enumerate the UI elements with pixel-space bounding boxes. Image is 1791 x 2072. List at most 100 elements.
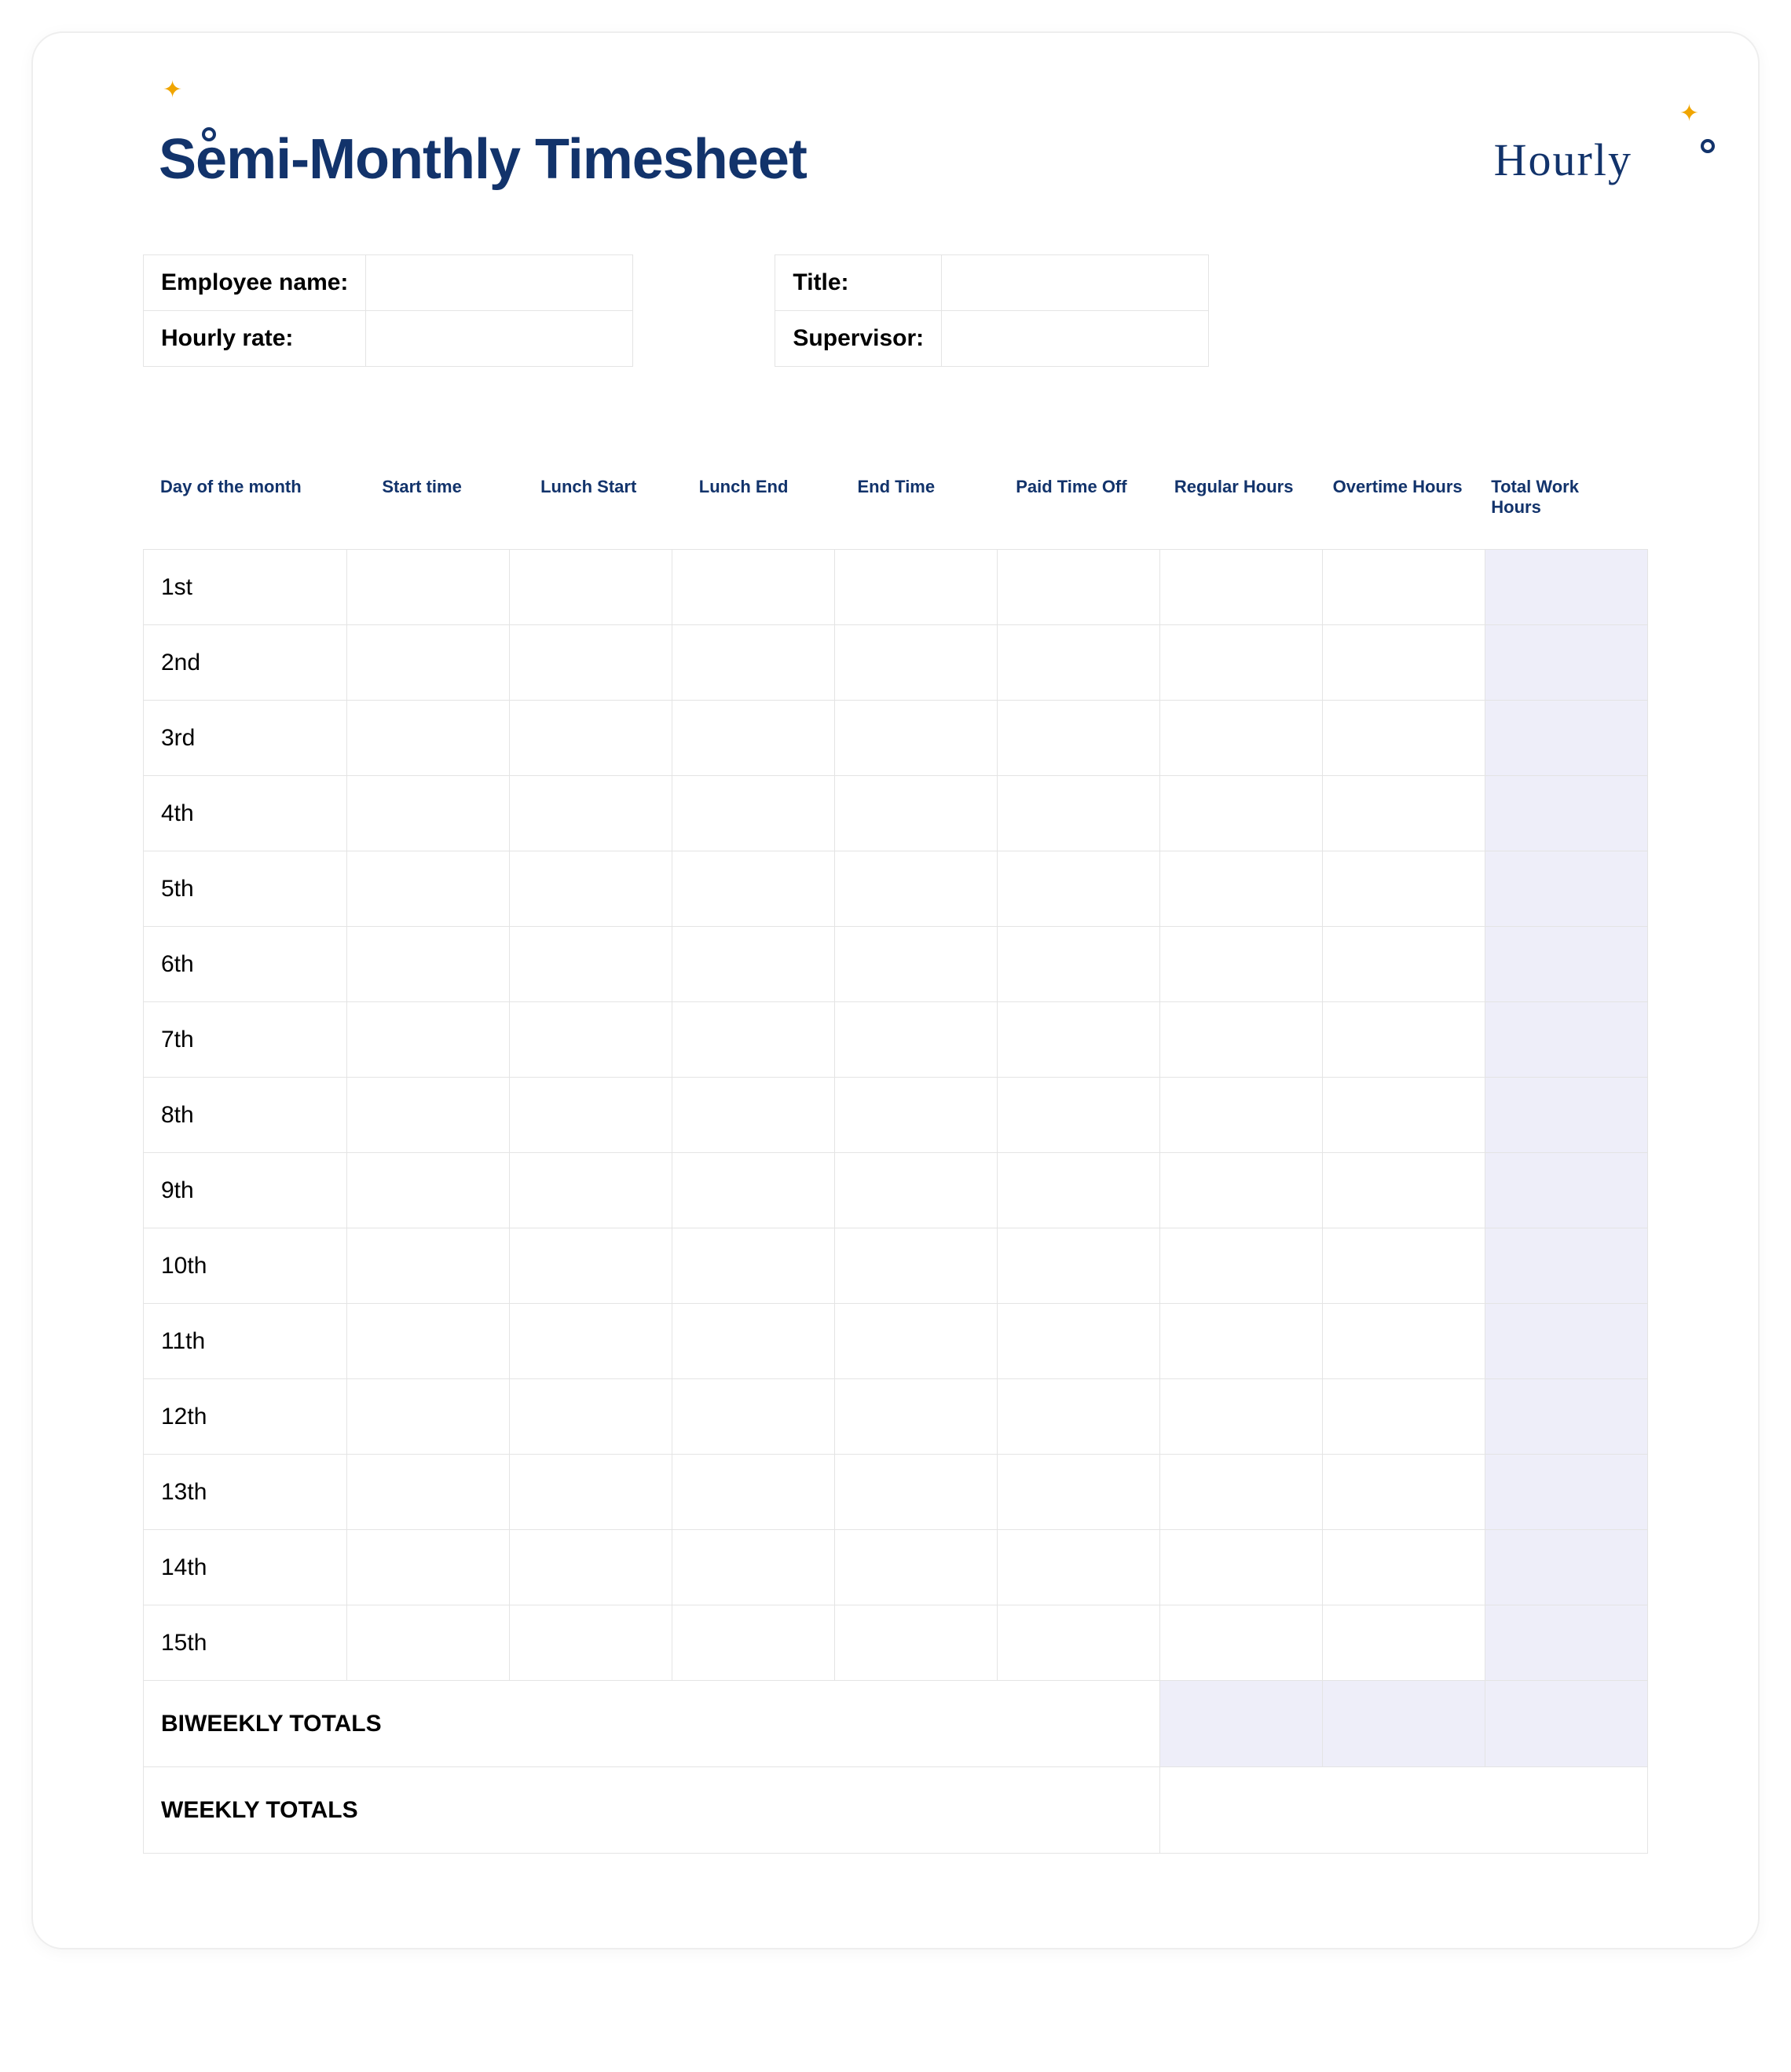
- total-hours-cell[interactable]: [1485, 927, 1647, 1002]
- time-entry-cell[interactable]: [346, 1002, 509, 1078]
- time-entry-cell[interactable]: [509, 701, 672, 776]
- time-entry-cell[interactable]: [1159, 1455, 1322, 1530]
- total-hours-cell[interactable]: [1485, 1153, 1647, 1228]
- title-field[interactable]: [942, 255, 1209, 311]
- time-entry-cell[interactable]: [509, 1228, 672, 1304]
- time-entry-cell[interactable]: [997, 1078, 1159, 1153]
- time-entry-cell[interactable]: [346, 701, 509, 776]
- time-entry-cell[interactable]: [1322, 1455, 1485, 1530]
- time-entry-cell[interactable]: [1159, 1605, 1322, 1681]
- time-entry-cell[interactable]: [509, 1304, 672, 1379]
- time-entry-cell[interactable]: [1159, 701, 1322, 776]
- total-hours-cell[interactable]: [1485, 625, 1647, 701]
- time-entry-cell[interactable]: [997, 1530, 1159, 1605]
- time-entry-cell[interactable]: [1322, 851, 1485, 927]
- time-entry-cell[interactable]: [834, 927, 997, 1002]
- time-entry-cell[interactable]: [509, 550, 672, 625]
- total-hours-cell[interactable]: [1485, 1530, 1647, 1605]
- time-entry-cell[interactable]: [672, 1605, 834, 1681]
- time-entry-cell[interactable]: [1159, 1153, 1322, 1228]
- time-entry-cell[interactable]: [834, 776, 997, 851]
- time-entry-cell[interactable]: [346, 1304, 509, 1379]
- biweekly-total-cell[interactable]: [1485, 1681, 1647, 1767]
- time-entry-cell[interactable]: [834, 701, 997, 776]
- time-entry-cell[interactable]: [672, 1304, 834, 1379]
- time-entry-cell[interactable]: [1322, 1379, 1485, 1455]
- time-entry-cell[interactable]: [672, 701, 834, 776]
- time-entry-cell[interactable]: [1322, 625, 1485, 701]
- time-entry-cell[interactable]: [672, 1078, 834, 1153]
- time-entry-cell[interactable]: [1322, 701, 1485, 776]
- time-entry-cell[interactable]: [834, 1530, 997, 1605]
- time-entry-cell[interactable]: [346, 1153, 509, 1228]
- time-entry-cell[interactable]: [1322, 550, 1485, 625]
- time-entry-cell[interactable]: [997, 1455, 1159, 1530]
- time-entry-cell[interactable]: [834, 625, 997, 701]
- time-entry-cell[interactable]: [997, 701, 1159, 776]
- time-entry-cell[interactable]: [1159, 1379, 1322, 1455]
- time-entry-cell[interactable]: [1322, 927, 1485, 1002]
- time-entry-cell[interactable]: [1322, 776, 1485, 851]
- time-entry-cell[interactable]: [834, 1002, 997, 1078]
- time-entry-cell[interactable]: [834, 1228, 997, 1304]
- time-entry-cell[interactable]: [346, 1228, 509, 1304]
- total-hours-cell[interactable]: [1485, 1379, 1647, 1455]
- supervisor-field[interactable]: [942, 311, 1209, 367]
- time-entry-cell[interactable]: [997, 550, 1159, 625]
- time-entry-cell[interactable]: [672, 625, 834, 701]
- time-entry-cell[interactable]: [672, 776, 834, 851]
- time-entry-cell[interactable]: [1322, 1002, 1485, 1078]
- total-hours-cell[interactable]: [1485, 1078, 1647, 1153]
- time-entry-cell[interactable]: [346, 1605, 509, 1681]
- time-entry-cell[interactable]: [672, 1379, 834, 1455]
- time-entry-cell[interactable]: [672, 1153, 834, 1228]
- time-entry-cell[interactable]: [997, 927, 1159, 1002]
- total-hours-cell[interactable]: [1485, 1605, 1647, 1681]
- time-entry-cell[interactable]: [1322, 1304, 1485, 1379]
- time-entry-cell[interactable]: [672, 1002, 834, 1078]
- time-entry-cell[interactable]: [834, 1304, 997, 1379]
- time-entry-cell[interactable]: [509, 1153, 672, 1228]
- weekly-totals-cell[interactable]: [1159, 1767, 1647, 1854]
- total-hours-cell[interactable]: [1485, 701, 1647, 776]
- time-entry-cell[interactable]: [346, 1379, 509, 1455]
- time-entry-cell[interactable]: [509, 851, 672, 927]
- time-entry-cell[interactable]: [834, 1455, 997, 1530]
- time-entry-cell[interactable]: [1322, 1605, 1485, 1681]
- total-hours-cell[interactable]: [1485, 1002, 1647, 1078]
- time-entry-cell[interactable]: [1159, 550, 1322, 625]
- time-entry-cell[interactable]: [672, 1228, 834, 1304]
- time-entry-cell[interactable]: [997, 1379, 1159, 1455]
- time-entry-cell[interactable]: [346, 851, 509, 927]
- time-entry-cell[interactable]: [509, 1002, 672, 1078]
- biweekly-overtime-cell[interactable]: [1322, 1681, 1485, 1767]
- time-entry-cell[interactable]: [1322, 1078, 1485, 1153]
- time-entry-cell[interactable]: [346, 1078, 509, 1153]
- time-entry-cell[interactable]: [1159, 1228, 1322, 1304]
- time-entry-cell[interactable]: [997, 776, 1159, 851]
- total-hours-cell[interactable]: [1485, 550, 1647, 625]
- time-entry-cell[interactable]: [672, 1530, 834, 1605]
- time-entry-cell[interactable]: [346, 550, 509, 625]
- time-entry-cell[interactable]: [346, 927, 509, 1002]
- time-entry-cell[interactable]: [509, 776, 672, 851]
- biweekly-regular-cell[interactable]: [1159, 1681, 1322, 1767]
- time-entry-cell[interactable]: [1159, 1530, 1322, 1605]
- time-entry-cell[interactable]: [672, 550, 834, 625]
- time-entry-cell[interactable]: [834, 550, 997, 625]
- time-entry-cell[interactable]: [509, 1379, 672, 1455]
- time-entry-cell[interactable]: [1322, 1228, 1485, 1304]
- total-hours-cell[interactable]: [1485, 1304, 1647, 1379]
- employee-name-field[interactable]: [366, 255, 633, 311]
- time-entry-cell[interactable]: [834, 1605, 997, 1681]
- time-entry-cell[interactable]: [834, 851, 997, 927]
- total-hours-cell[interactable]: [1485, 1455, 1647, 1530]
- total-hours-cell[interactable]: [1485, 851, 1647, 927]
- time-entry-cell[interactable]: [346, 625, 509, 701]
- total-hours-cell[interactable]: [1485, 1228, 1647, 1304]
- time-entry-cell[interactable]: [1159, 1002, 1322, 1078]
- time-entry-cell[interactable]: [509, 1078, 672, 1153]
- time-entry-cell[interactable]: [346, 1530, 509, 1605]
- time-entry-cell[interactable]: [672, 1455, 834, 1530]
- time-entry-cell[interactable]: [997, 625, 1159, 701]
